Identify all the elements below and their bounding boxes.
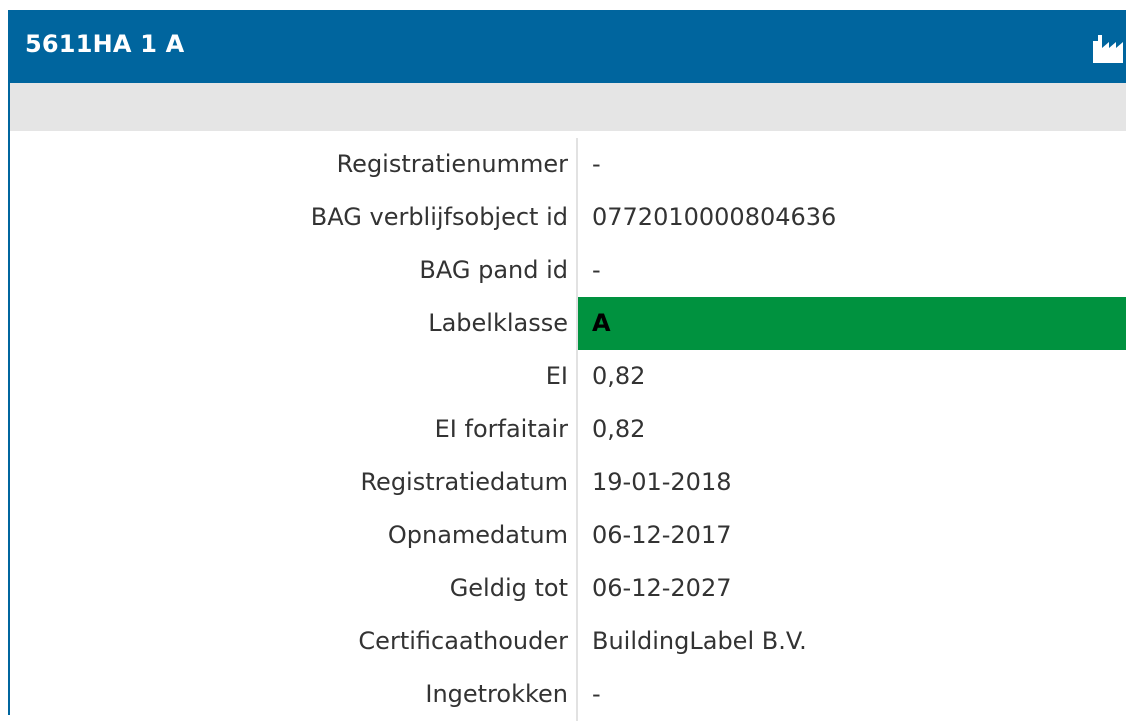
- panel-title: 5611HA 1 A: [25, 30, 185, 58]
- table-row: Ingetrokken -: [10, 668, 1126, 721]
- row-value: -: [592, 150, 601, 178]
- row-label: BAG verblijfsobject id: [310, 203, 568, 231]
- row-label: EI: [545, 362, 568, 390]
- row-label: Registratiedatum: [360, 468, 568, 496]
- details-table: Registratienummer - BAG verblijfsobject …: [10, 138, 1126, 721]
- row-value: -: [592, 256, 601, 284]
- row-label: Ingetrokken: [425, 680, 568, 708]
- table-row: Labelklasse A: [10, 297, 1126, 350]
- table-row: Registratienummer -: [10, 138, 1126, 191]
- row-label: BAG pand id: [419, 256, 568, 284]
- table-row: EI 0,82: [10, 350, 1126, 403]
- row-value: 06-12-2027: [592, 574, 732, 602]
- table-row: BAG pand id -: [10, 244, 1126, 297]
- row-value: 0,82: [592, 415, 646, 443]
- panel-subbar: [10, 83, 1126, 131]
- energy-label-panel: 5611HA 1 A Registratienummer - BAG verbl…: [8, 10, 1126, 721]
- row-label: Geldig tot: [449, 574, 568, 602]
- factory-icon[interactable]: [1092, 34, 1126, 64]
- row-label: Opnamedatum: [387, 521, 568, 549]
- row-label: Registratienummer: [336, 150, 568, 178]
- table-row: BAG verblijfsobject id 0772010000804636: [10, 191, 1126, 244]
- table-row: Opnamedatum 06-12-2017: [10, 509, 1126, 562]
- table-row: Registratiedatum 19-01-2018: [10, 456, 1126, 509]
- table-row: Certificaathouder BuildingLabel B.V.: [10, 615, 1126, 668]
- row-label: EI forfaitair: [434, 415, 568, 443]
- row-value: 19-01-2018: [592, 468, 732, 496]
- label-class-badge: A: [578, 297, 1126, 350]
- table-row: Geldig tot 06-12-2027: [10, 562, 1126, 615]
- panel-header: 5611HA 1 A: [8, 10, 1126, 83]
- row-label: Labelklasse: [428, 309, 568, 337]
- table-row: EI forfaitair 0,82: [10, 403, 1126, 456]
- row-value: 0,82: [592, 362, 646, 390]
- row-value: BuildingLabel B.V.: [592, 627, 807, 655]
- row-value: 06-12-2017: [592, 521, 732, 549]
- row-value: -: [592, 680, 601, 708]
- row-value: 0772010000804636: [592, 203, 837, 231]
- row-label: Certificaathouder: [358, 627, 568, 655]
